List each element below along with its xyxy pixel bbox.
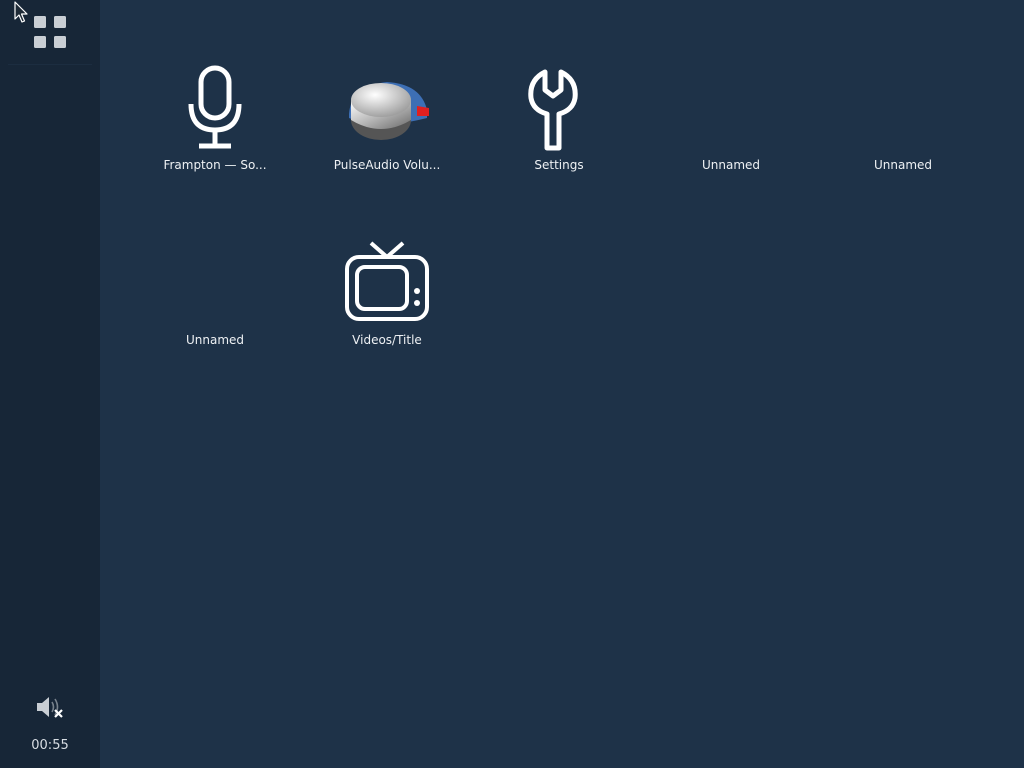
tv-icon	[343, 239, 431, 327]
microphone-icon	[171, 64, 259, 152]
app-label: Videos/Title	[352, 333, 422, 347]
app-icon-placeholder	[171, 239, 259, 327]
app-icon-placeholder	[859, 64, 947, 152]
app-label: Settings	[534, 158, 584, 172]
app-tile-unnamed[interactable]: Unnamed	[828, 64, 978, 204]
volume-knob-icon	[343, 64, 431, 152]
app-label: PulseAudio Volu...	[333, 158, 441, 172]
wrench-icon	[515, 64, 603, 152]
app-label: Unnamed	[185, 333, 245, 347]
app-grid: Frampton — So... PulseAudio Volu... Settin…	[0, 0, 1024, 768]
desktop: 00:55 Frampton — So... PulseAudio Volu...…	[0, 0, 1024, 768]
app-tile-pulseaudio-volu[interactable]: PulseAudio Volu...	[312, 64, 462, 204]
app-tile-unnamed[interactable]: Unnamed	[656, 64, 806, 204]
app-label: Unnamed	[873, 158, 933, 172]
app-tile-videos-title[interactable]: Videos/Title	[312, 239, 462, 379]
app-label: Unnamed	[701, 158, 761, 172]
app-icon-placeholder	[687, 64, 775, 152]
app-tile-frampton-so[interactable]: Frampton — So...	[140, 64, 290, 204]
app-tile-settings[interactable]: Settings	[484, 64, 634, 204]
app-label: Frampton — So...	[163, 158, 267, 172]
app-tile-unnamed[interactable]: Unnamed	[140, 239, 290, 379]
